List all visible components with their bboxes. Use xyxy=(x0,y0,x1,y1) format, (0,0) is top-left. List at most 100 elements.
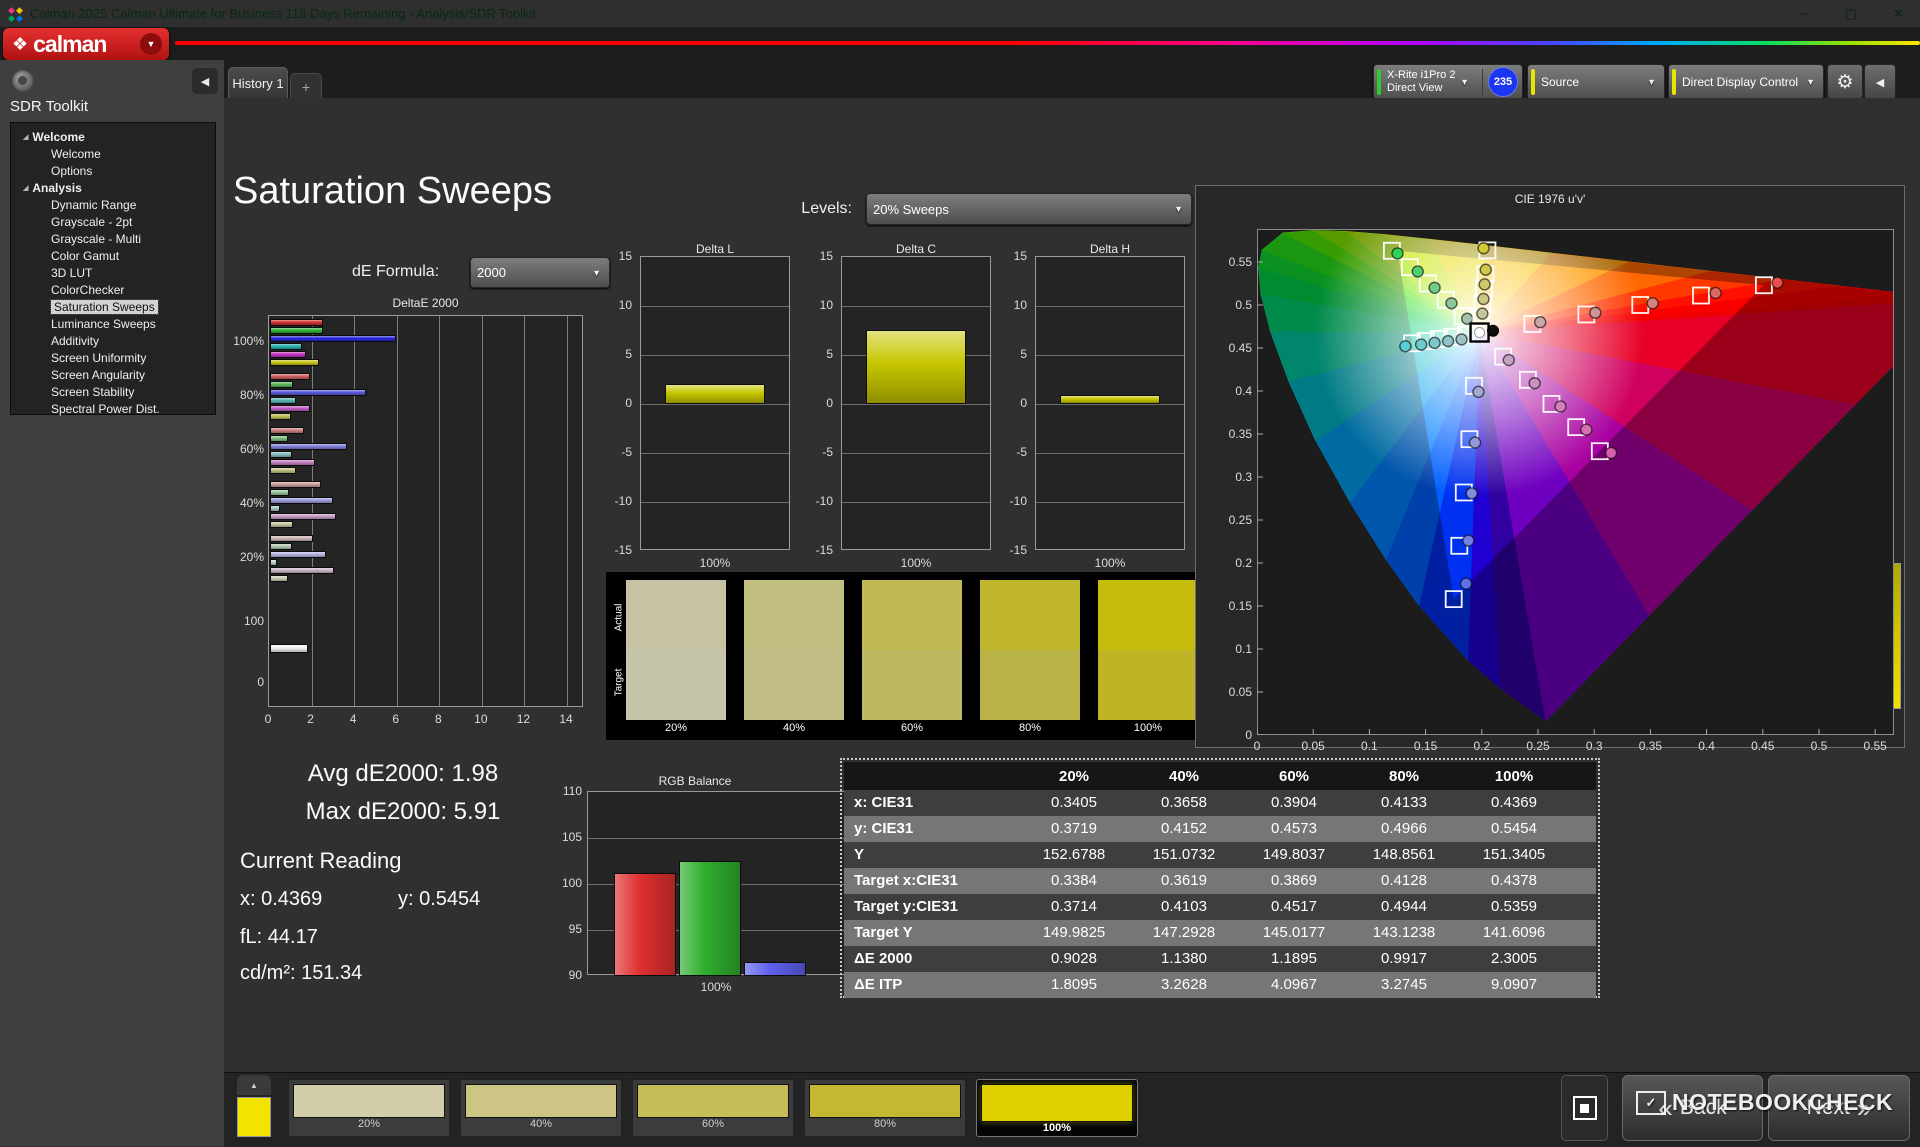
bottom-bar: ▲ 20%40%60%80%100% « Back Next » ✓ NOTEB… xyxy=(224,1072,1920,1147)
collapse-panel-button[interactable]: ◀ xyxy=(1864,64,1896,100)
sidebar-item-spectral-power-dist-[interactable]: Spectral Power Dist. xyxy=(11,400,215,417)
cie-measured-blue xyxy=(1463,535,1474,546)
sidebar-item-screen-stability[interactable]: Screen Stability xyxy=(11,383,215,400)
levels-label: Levels: xyxy=(760,200,852,218)
display-control-dropdown[interactable]: Direct Display Control ▼ xyxy=(1668,64,1824,100)
pattern-button-20%[interactable]: 20% xyxy=(288,1079,450,1137)
page-title: Saturation Sweeps xyxy=(233,170,552,213)
table-cell: 0.5454 xyxy=(1459,820,1569,837)
sidebar-item-screen-uniformity[interactable]: Screen Uniformity xyxy=(11,349,215,366)
sidebar-item-welcome[interactable]: ◢Welcome xyxy=(11,128,215,145)
swatch-patch-80% xyxy=(980,580,1080,720)
current-x: x: 0.4369 xyxy=(240,888,322,911)
cie-measured-cyan xyxy=(1416,339,1427,350)
sidebar-collapse-button[interactable]: ◀ xyxy=(192,68,218,94)
pattern-button-80%[interactable]: 80% xyxy=(804,1079,966,1137)
delta_h-y-tick: 10 xyxy=(993,298,1027,312)
minimize-button[interactable]: ─ xyxy=(1800,6,1809,22)
cie-measured-red xyxy=(1535,317,1546,328)
table-cell: 3.2628 xyxy=(1129,976,1239,993)
de2000-bar-20%-magenta xyxy=(270,567,334,574)
cie-y-tick: 0.3 xyxy=(1210,470,1252,484)
pattern-window-button[interactable] xyxy=(1561,1075,1608,1141)
table-cell: 1.1380 xyxy=(1129,950,1239,967)
gear-icon: ⚙ xyxy=(1836,71,1853,94)
add-tab-button[interactable]: + xyxy=(290,73,322,99)
sidebar-item-color-gamut[interactable]: Color Gamut xyxy=(11,247,215,264)
gridline xyxy=(641,404,789,405)
sidebar-item-additivity[interactable]: Additivity xyxy=(11,332,215,349)
gridline xyxy=(1036,502,1184,503)
rgb-bar-red xyxy=(614,873,676,976)
levels-value: 20% Sweeps xyxy=(873,203,949,216)
delta_h-y-tick: -5 xyxy=(993,445,1027,459)
sidebar-item-screen-angularity[interactable]: Screen Angularity xyxy=(11,366,215,383)
close-button[interactable]: ✕ xyxy=(1893,6,1904,22)
maximize-button[interactable]: ▢ xyxy=(1845,6,1857,22)
results-table: 20%40%60%80%100%x: CIE310.34050.36580.39… xyxy=(840,758,1600,998)
tree-expand-icon[interactable]: ◢ xyxy=(23,184,28,192)
de2000-bar-100-red xyxy=(270,644,308,653)
calman-menu-button[interactable]: ❖ calman ▼ xyxy=(3,28,169,60)
cie-x-tick: 0.2 xyxy=(1462,739,1502,753)
chevrons-right-icon: » xyxy=(1857,1095,1871,1121)
next-button[interactable]: Next » xyxy=(1768,1075,1910,1141)
gridline xyxy=(842,404,990,405)
cie-x-tick: 0.3 xyxy=(1574,739,1614,753)
swatch-patch-40% xyxy=(744,580,844,720)
source-label: Source xyxy=(1541,76,1579,89)
gridline xyxy=(842,502,990,503)
calman-brand: calman xyxy=(33,31,106,58)
table-cell: 0.3658 xyxy=(1129,794,1239,811)
expand-pattern-tray-button[interactable]: ▲ xyxy=(237,1075,271,1095)
de2000-bar-40%-red xyxy=(270,481,321,488)
meter-dropdown[interactable]: X-Rite i1Pro 2 Direct View ▼ 235 xyxy=(1373,64,1523,100)
sidebar-item-luminance-sweeps[interactable]: Luminance Sweeps xyxy=(11,315,215,332)
sidebar-item-dynamic-range[interactable]: Dynamic Range xyxy=(11,196,215,213)
cie-measured-green xyxy=(1392,248,1403,259)
de-formula-dropdown[interactable]: 2000 ▼ xyxy=(470,257,610,288)
pattern-color xyxy=(809,1084,961,1118)
workflow-button[interactable] xyxy=(12,70,34,92)
de2000-bar-100%-red xyxy=(270,319,323,326)
swatch-patch-60% xyxy=(862,580,962,720)
current-pattern-swatch[interactable] xyxy=(237,1097,271,1137)
tab-history-1[interactable]: History 1 xyxy=(228,67,288,99)
sidebar-item-welcome[interactable]: Welcome xyxy=(11,145,215,162)
cie-measured-yellow xyxy=(1479,279,1490,290)
table-row: Target Y149.9825147.2928145.0177143.1238… xyxy=(844,920,1596,946)
sidebar-item-analysis[interactable]: ◢Analysis xyxy=(11,179,215,196)
sidebar-item-grayscale-2pt[interactable]: Grayscale - 2pt xyxy=(11,213,215,230)
pattern-button-40%[interactable]: 40% xyxy=(460,1079,622,1137)
settings-button[interactable]: ⚙ xyxy=(1827,64,1863,100)
actual-color xyxy=(980,580,1080,650)
sidebar-item-3d-lut[interactable]: 3D LUT xyxy=(11,264,215,281)
pattern-button-100%[interactable]: 100% xyxy=(976,1079,1138,1137)
cie-chart-title: CIE 1976 u'v' xyxy=(1196,192,1904,206)
sidebar-item-saturation-sweeps[interactable]: Saturation Sweeps xyxy=(11,298,215,315)
source-dropdown[interactable]: Source ▼ xyxy=(1527,64,1665,100)
gridline xyxy=(641,453,789,454)
meter-count-badge[interactable]: 235 xyxy=(1488,67,1518,97)
delta_l-bar xyxy=(665,384,765,404)
max-de2000: Max dE2000: 5.91 xyxy=(233,798,573,826)
tree-expand-icon[interactable]: ◢ xyxy=(23,133,28,141)
pattern-button-60%[interactable]: 60% xyxy=(632,1079,794,1137)
cie-y-tick: 0.05 xyxy=(1210,685,1252,699)
de2000-bar-80%-green xyxy=(270,381,293,388)
table-row-label: x: CIE31 xyxy=(854,794,913,811)
sidebar-item-grayscale-multi[interactable]: Grayscale - Multi xyxy=(11,230,215,247)
cie-x-tick: 0.05 xyxy=(1293,739,1333,753)
delta_c-y-tick: -10 xyxy=(799,494,833,508)
levels-dropdown[interactable]: 20% Sweeps ▼ xyxy=(866,193,1192,225)
sidebar-item-options[interactable]: Options xyxy=(11,162,215,179)
sidebar-item-colorchecker[interactable]: ColorChecker xyxy=(11,281,215,298)
cie-measured-magenta xyxy=(1529,378,1540,389)
table-cell: 0.4152 xyxy=(1129,820,1239,837)
back-button[interactable]: « Back xyxy=(1622,1075,1763,1141)
delta_h-y-tick: -10 xyxy=(993,494,1027,508)
table-row-label: Target y:CIE31 xyxy=(854,898,958,915)
gridline xyxy=(482,316,483,706)
de2000-bar-60%-yellow xyxy=(270,467,296,474)
cie-measured-magenta xyxy=(1606,447,1617,458)
